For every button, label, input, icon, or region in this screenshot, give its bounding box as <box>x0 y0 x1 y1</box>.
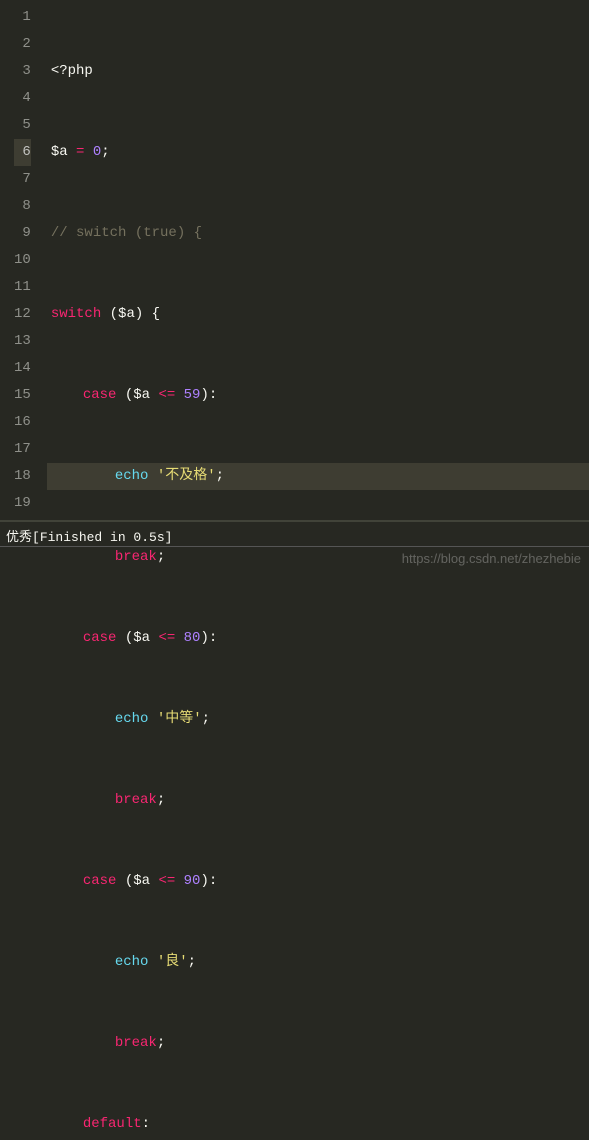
line-number: 2 <box>14 31 31 58</box>
line-number: 8 <box>14 193 31 220</box>
code-line[interactable]: default: <box>47 1111 589 1138</box>
code-line[interactable]: $a = 0; <box>47 139 589 166</box>
line-number: 13 <box>14 328 31 355</box>
watermark-text: https://blog.csdn.net/zhezhebie <box>402 551 581 566</box>
code-line[interactable]: <?php <box>47 58 589 85</box>
line-number: 12 <box>14 301 31 328</box>
code-line[interactable]: break; <box>47 1030 589 1057</box>
output-finished: [Finished in 0.5s] <box>32 530 172 545</box>
line-number: 19 <box>14 490 31 517</box>
code-line[interactable]: case ($a <= 59): <box>47 382 589 409</box>
line-number: 14 <box>14 355 31 382</box>
line-number: 18 <box>14 463 31 490</box>
code-line[interactable]: echo '中等'; <box>47 706 589 733</box>
code-line[interactable]: // switch (true) { <box>47 220 589 247</box>
code-line-active[interactable]: echo '不及格'; <box>47 463 589 490</box>
code-line[interactable]: echo '良'; <box>47 949 589 976</box>
code-line[interactable]: break; <box>47 787 589 814</box>
line-number: 7 <box>14 166 31 193</box>
line-number: 4 <box>14 85 31 112</box>
code-line[interactable]: case ($a <= 90): <box>47 868 589 895</box>
line-number: 15 <box>14 382 31 409</box>
code-editor: 1 2 3 4 5 6 7 8 9 10 11 12 13 14 15 16 1… <box>0 0 589 520</box>
line-number: 9 <box>14 220 31 247</box>
line-number: 5 <box>14 112 31 139</box>
line-number-active: 6 <box>14 139 31 166</box>
line-number: 1 <box>14 4 31 31</box>
line-number: 11 <box>14 274 31 301</box>
code-content[interactable]: <?php $a = 0; // switch (true) { switch … <box>39 0 589 520</box>
output-result: 优秀 <box>6 530 32 545</box>
line-number: 10 <box>14 247 31 274</box>
line-number: 3 <box>14 58 31 85</box>
code-line[interactable]: switch ($a) { <box>47 301 589 328</box>
line-number: 16 <box>14 409 31 436</box>
line-number: 17 <box>14 436 31 463</box>
line-number-gutter: 1 2 3 4 5 6 7 8 9 10 11 12 13 14 15 16 1… <box>0 0 39 520</box>
code-line[interactable]: case ($a <= 80): <box>47 625 589 652</box>
